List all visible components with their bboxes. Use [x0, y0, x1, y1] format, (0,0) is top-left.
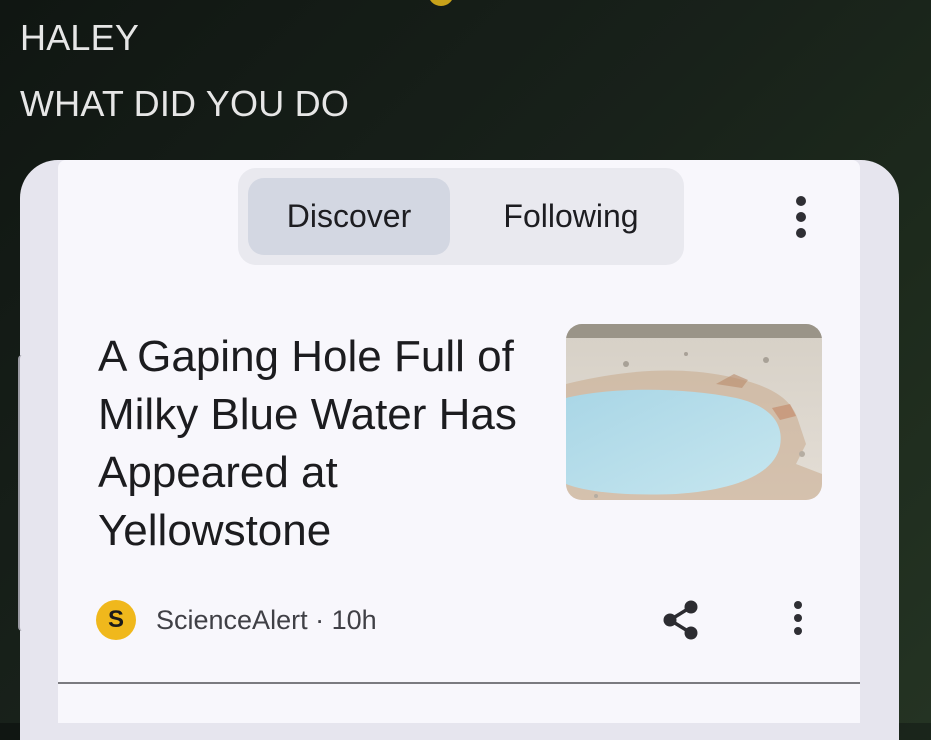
source-logo: S [96, 600, 136, 640]
share-icon[interactable] [658, 597, 704, 643]
feed-divider [58, 682, 860, 684]
article-headline[interactable]: A Gaping Hole Full of Milky Blue Water H… [98, 328, 538, 560]
meta-separator: · [307, 605, 332, 635]
previous-card-edge [18, 355, 32, 631]
article-age: 10h [331, 605, 377, 635]
discover-feed-card: Discover Following A Gaping Hole Full of… [58, 160, 860, 723]
tab-discover[interactable]: Discover [248, 178, 450, 255]
notification-dot [428, 0, 454, 6]
article-source: ScienceAlert [156, 605, 308, 635]
feed-more-options-icon[interactable] [794, 196, 808, 238]
article-thumbnail[interactable] [566, 324, 822, 500]
feed-tab-switcher: Discover Following [238, 168, 684, 265]
caption-line-1: HALEY [20, 17, 140, 58]
tab-following[interactable]: Following [468, 178, 674, 255]
article-source-line: ScienceAlert · 10h [156, 600, 377, 640]
caption-line-2: WHAT DID YOU DO [20, 83, 350, 124]
article-more-options-icon[interactable] [791, 601, 805, 635]
